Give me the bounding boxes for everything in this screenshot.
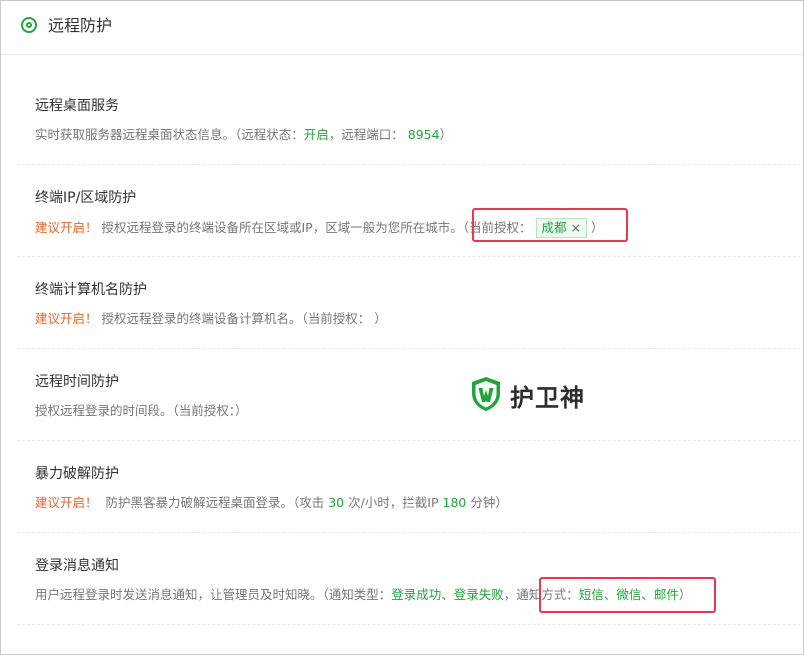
desc-text: 次/小时，拦截IP: [344, 495, 443, 510]
desc-text: 分钟）: [466, 495, 508, 510]
desc-text: ）: [439, 127, 453, 142]
recommend-warning: 建议开启！: [35, 220, 98, 235]
section-computer-name: 终端计算机名防护 建议开启！ 授权远程登录的终端设备计算机名。（当前授权： ）: [17, 257, 801, 349]
watermark-logo: 护卫神: [470, 376, 584, 412]
section-title: 登录消息通知: [35, 558, 119, 574]
section-description: 建议开启！ 授权远程登录的终端设备计算机名。（当前授权： ）: [35, 310, 387, 328]
target-circle-icon: [21, 17, 37, 33]
section-brute-force: 暴力破解防护 建议开启！ 防护黑客暴力破解远程桌面登录。（攻击 30 次/小时，…: [17, 441, 801, 533]
desc-text: 用户远程登录时发送消息通知，让管理员及时知晓。（通知类型：: [35, 587, 392, 602]
desc-text: 授权远程登录的终端设备所在区域或IP，区域一般为您所在城市。: [101, 220, 463, 235]
desc-text: 防护黑客暴力破解远程桌面登录。（攻击: [105, 495, 329, 510]
section-title: 终端计算机名防护: [35, 282, 147, 298]
section-description: 实时获取服务器远程桌面状态信息。（远程状态：开启，远程端口： 8954）: [35, 126, 452, 144]
section-title: 远程桌面服务: [35, 98, 119, 114]
page-header: 远程防护: [1, 1, 803, 55]
section-remote-time: 远程时间防护 授权远程登录的时间段。（当前授权：）: [17, 349, 801, 441]
notify-types-value: 登录成功、登录失败: [391, 587, 504, 602]
section-description: 授权远程登录的时间段。（当前授权：）: [35, 403, 248, 418]
desc-text: ，远程端口：: [328, 127, 404, 142]
section-title: 终端IP/区域防护: [35, 190, 137, 206]
attack-count-value: 30: [328, 495, 345, 510]
desc-text: ，: [503, 587, 517, 602]
block-minutes-value: 180: [442, 495, 467, 510]
remote-status-value: 开启: [303, 127, 329, 142]
desc-text: 实时获取服务器远程桌面状态信息。（远程状态：: [35, 127, 304, 142]
section-terminal-ip: 终端IP/区域防护 建议开启！ 授权远程登录的终端设备所在区域或IP，区域一般为…: [17, 165, 801, 257]
recommend-warning: 建议开启！: [35, 311, 98, 326]
shield-w-logo-icon: [472, 377, 500, 411]
section-description: 建议开启！ 防护黑客暴力破解远程桌面登录。（攻击 30 次/小时，拦截IP 18…: [35, 494, 508, 512]
section-remote-desktop: 远程桌面服务 实时获取服务器远程桌面状态信息。（远程状态：开启，远程端口： 89…: [17, 73, 801, 165]
highlight-box-notify: [539, 577, 716, 613]
remote-port-value: 8954: [407, 127, 440, 142]
highlight-box-auth: [472, 208, 628, 242]
recommend-warning: 建议开启！: [35, 495, 98, 510]
page-title: 远程防护: [48, 16, 113, 35]
section-title: 暴力破解防护: [35, 466, 119, 482]
section-title: 远程时间防护: [35, 374, 119, 390]
watermark-text: 护卫神: [510, 384, 585, 412]
desc-text: 授权远程登录的终端设备计算机名。（当前授权： ）: [101, 311, 387, 326]
